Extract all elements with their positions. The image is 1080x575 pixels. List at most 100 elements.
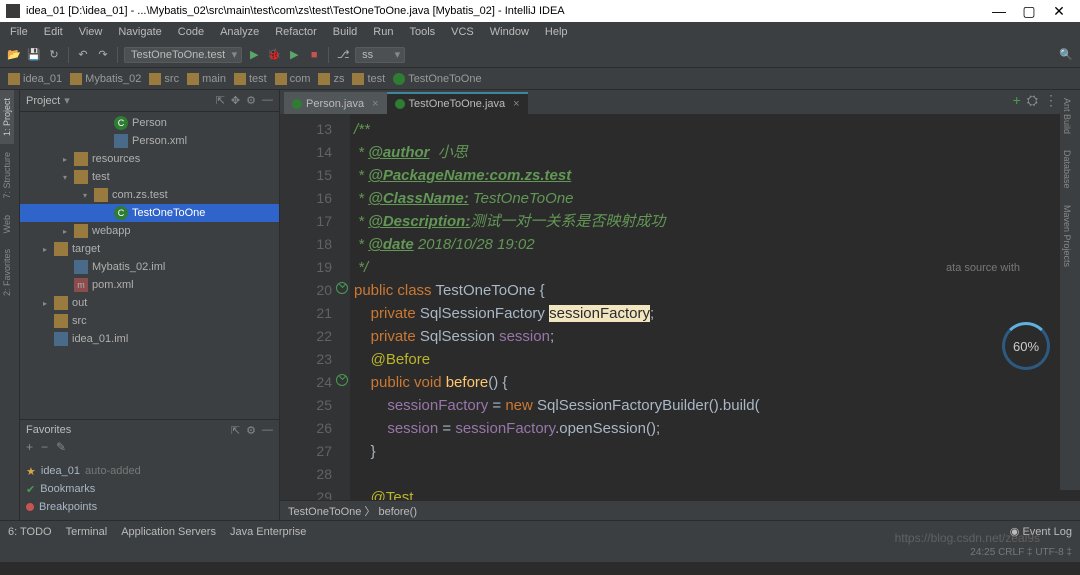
tree-node[interactable]: ▾test: [20, 168, 279, 186]
tool-window-tab[interactable]: Web: [0, 207, 14, 241]
code-content[interactable]: /** * @author 小思 * @PackageName:com.zs.t…: [350, 114, 1080, 500]
code-line[interactable]: @Test: [354, 486, 1080, 500]
code-line[interactable]: * @Description:测试一对一关系是否映射成功: [354, 210, 1080, 233]
stop-icon[interactable]: ■: [306, 47, 322, 63]
favorite-item[interactable]: Breakpoints: [26, 498, 273, 516]
minimize-button[interactable]: —: [984, 3, 1014, 19]
edit-icon[interactable]: ✎: [56, 440, 66, 458]
menu-navigate[interactable]: Navigate: [112, 25, 167, 39]
run-config-selector[interactable]: TestOneToOne.test: [124, 47, 242, 63]
menu-view[interactable]: View: [73, 25, 109, 39]
save-icon[interactable]: 💾: [26, 47, 42, 63]
tree-node[interactable]: Mybatis_02.iml: [20, 258, 279, 276]
collapse-icon[interactable]: ⇱: [216, 94, 225, 107]
vcs-icon[interactable]: ⎇: [335, 47, 351, 63]
tree-node[interactable]: ▸target: [20, 240, 279, 258]
search-icon[interactable]: 🔍: [1058, 47, 1074, 63]
code-line[interactable]: private SqlSession session;: [354, 325, 1080, 348]
collapse-icon[interactable]: ⇱: [231, 424, 240, 437]
tree-node[interactable]: idea_01.iml: [20, 330, 279, 348]
settings-icon[interactable]: ✥: [231, 94, 240, 107]
menu-help[interactable]: Help: [539, 25, 574, 39]
menu-run[interactable]: Run: [367, 25, 399, 39]
tree-node[interactable]: ▸webapp: [20, 222, 279, 240]
crumb-item[interactable]: test: [234, 73, 267, 85]
tool-window-tab[interactable]: Ant Build: [1060, 90, 1074, 142]
hide-icon[interactable]: —: [262, 424, 273, 437]
tree-node[interactable]: ▸resources: [20, 150, 279, 168]
code-line[interactable]: [354, 463, 1080, 486]
sync-icon[interactable]: ↻: [46, 47, 62, 63]
run-gutter-icon[interactable]: [336, 374, 348, 386]
favorite-item[interactable]: ★idea_01 auto-added: [26, 462, 273, 480]
bottom-tool-button[interactable]: 6: TODO: [8, 526, 52, 538]
menu-refactor[interactable]: Refactor: [269, 25, 323, 39]
gear-icon[interactable]: ⚙: [246, 94, 256, 107]
tool-window-tab[interactable]: Maven Projects: [1060, 197, 1074, 275]
tool-window-tab[interactable]: 7: Structure: [0, 144, 14, 207]
code-editor[interactable]: 131415161718192021222324252627282930 /**…: [280, 114, 1080, 500]
run-icon[interactable]: ▶: [246, 47, 262, 63]
crumb-item[interactable]: Mybatis_02: [70, 73, 141, 85]
add-icon[interactable]: +: [26, 440, 33, 458]
gear-icon[interactable]: ⚙: [246, 424, 256, 437]
menu-window[interactable]: Window: [484, 25, 535, 39]
tree-node[interactable]: CPerson: [20, 114, 279, 132]
menu-tools[interactable]: Tools: [403, 25, 441, 39]
crumb-item[interactable]: test: [352, 73, 385, 85]
menu-code[interactable]: Code: [172, 25, 210, 39]
tool-window-tab[interactable]: 1: Project: [0, 90, 14, 144]
project-tree[interactable]: CPersonPerson.xml▸resources▾test▾com.zs.…: [20, 112, 279, 419]
editor-tab[interactable]: TestOneToOne.java×: [387, 92, 528, 114]
code-line[interactable]: * @ClassName: TestOneToOne: [354, 187, 1080, 210]
close-tab-icon[interactable]: ×: [513, 98, 519, 110]
code-line[interactable]: * @author 小思: [354, 141, 1080, 164]
dropdown-ss[interactable]: ss: [355, 47, 405, 63]
crumb-item[interactable]: TestOneToOne: [393, 73, 481, 85]
coverage-icon[interactable]: ▶: [286, 47, 302, 63]
menu-vcs[interactable]: VCS: [445, 25, 480, 39]
maximize-button[interactable]: ▢: [1014, 3, 1044, 20]
bottom-tool-button[interactable]: Application Servers: [121, 526, 216, 538]
code-line[interactable]: session = sessionFactory.openSession();: [354, 417, 1080, 440]
tree-node[interactable]: src: [20, 312, 279, 330]
menu-file[interactable]: File: [4, 25, 34, 39]
bottom-tool-button[interactable]: Terminal: [66, 526, 108, 538]
favorite-item[interactable]: ✔Bookmarks: [26, 480, 273, 498]
add-icon[interactable]: +: [1013, 92, 1021, 109]
crumb-item[interactable]: main: [187, 73, 226, 85]
chevron-down-icon[interactable]: ▾: [64, 94, 70, 107]
close-button[interactable]: ✕: [1044, 3, 1074, 20]
open-icon[interactable]: 📂: [6, 47, 22, 63]
code-line[interactable]: @Before: [354, 348, 1080, 371]
editor-tab[interactable]: Person.java×: [284, 92, 387, 114]
hide-icon[interactable]: —: [262, 94, 273, 107]
close-tab-icon[interactable]: ×: [372, 98, 378, 110]
tree-node[interactable]: Person.xml: [20, 132, 279, 150]
code-line[interactable]: public void before() {: [354, 371, 1080, 394]
menu-build[interactable]: Build: [327, 25, 363, 39]
bottom-tool-button[interactable]: Java Enterprise: [230, 526, 306, 538]
debug-icon[interactable]: 🐞: [266, 47, 282, 63]
code-line[interactable]: private SqlSessionFactory sessionFactory…: [354, 302, 1080, 325]
remove-icon[interactable]: −: [41, 440, 48, 458]
crumb-item[interactable]: zs: [318, 73, 344, 85]
tree-node[interactable]: CTestOneToOne: [20, 204, 279, 222]
code-line[interactable]: }: [354, 440, 1080, 463]
code-line[interactable]: sessionFactory = new SqlSessionFactoryBu…: [354, 394, 1080, 417]
menu-analyze[interactable]: Analyze: [214, 25, 265, 39]
crumb-item[interactable]: src: [149, 73, 179, 85]
tool-window-tab[interactable]: 2: Favorites: [0, 241, 14, 304]
tree-node[interactable]: ▾com.zs.test: [20, 186, 279, 204]
tree-node[interactable]: ▸out: [20, 294, 279, 312]
crumb-item[interactable]: com: [275, 73, 311, 85]
redo-icon[interactable]: ↷: [95, 47, 111, 63]
breadcrumb-bar[interactable]: TestOneToOne 〉 before(): [280, 500, 1080, 520]
code-line[interactable]: public class TestOneToOne {: [354, 279, 1080, 302]
undo-icon[interactable]: ↶: [75, 47, 91, 63]
code-line[interactable]: * @date 2018/10/28 19:02: [354, 233, 1080, 256]
code-line[interactable]: * @PackageName:com.zs.test: [354, 164, 1080, 187]
crumb-item[interactable]: idea_01: [8, 73, 62, 85]
tree-node[interactable]: mpom.xml: [20, 276, 279, 294]
code-line[interactable]: /**: [354, 118, 1080, 141]
